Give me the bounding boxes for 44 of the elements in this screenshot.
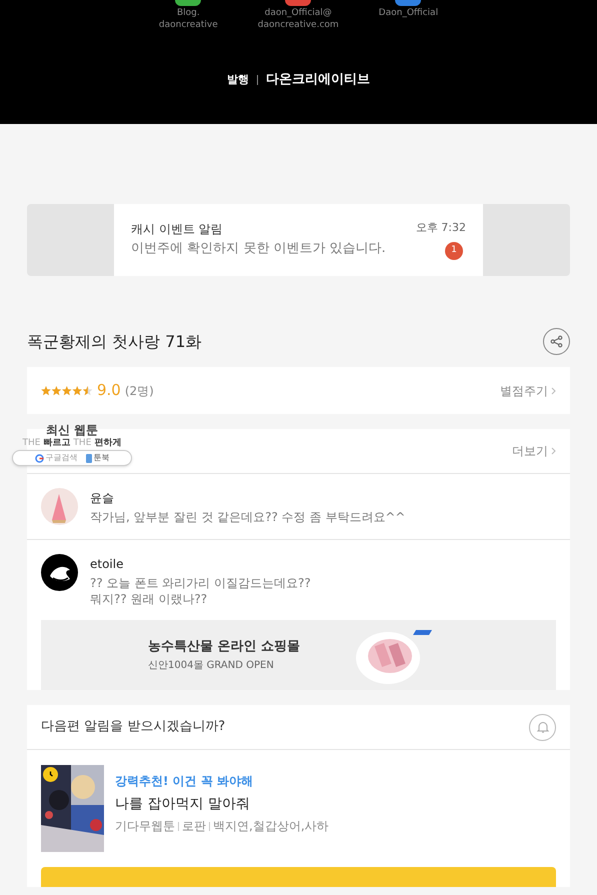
recommend-tagline: 강력추천! 이건 꼭 봐야해 [115, 773, 254, 790]
share-button[interactable] [543, 328, 570, 355]
alert-question: 다음편 알림을 받으시겠습니까? [41, 718, 226, 736]
chevron-icon [551, 386, 556, 394]
ad-title: 농수특산물 온라인 쇼핑몰 [148, 638, 300, 656]
webtoon-meta: 기다무웹툰 [115, 818, 175, 835]
avatar [41, 554, 78, 591]
comment-author: 윤슬 [90, 490, 115, 507]
more-link[interactable]: 더보기 [512, 442, 556, 460]
webtoon-meta: 백지연,철갑상어,사하 [213, 818, 329, 835]
footer-link[interactable]: Daon_Official [378, 7, 438, 19]
vote-count: (2명) [124, 382, 154, 400]
footer-link[interactable]: Blog. daoncreative [158, 7, 218, 31]
rating-score: 9.0 [97, 380, 121, 402]
comment-text: 작가님, 앞부분 잘린 것 같은데요?? 수정 좀 부탁드려요^^ [90, 509, 406, 525]
webtoon-meta: 로판 [182, 818, 206, 835]
notification-message: 이번주에 확인하지 못한 이벤트가 있습니다. [131, 240, 387, 258]
share-icon [550, 335, 563, 348]
link-icon[interactable] [395, 0, 422, 6]
comment-author: etoile [90, 556, 124, 573]
search-pill[interactable]: 구글검색 툰북 [12, 450, 132, 466]
bell-icon [536, 720, 550, 734]
link-icon[interactable] [175, 0, 202, 6]
link-icon[interactable] [285, 0, 312, 6]
overlay-slogan: THE 빠르고 THE 편하게 [22, 437, 122, 449]
book-icon [86, 454, 92, 462]
chevron-icon [551, 447, 556, 455]
app-label: 툰북 [94, 452, 110, 464]
footer-link[interactable]: daon_Official@ daoncreative.com [258, 7, 339, 31]
avatar [41, 488, 78, 525]
publisher-label: 발행 [227, 72, 249, 88]
notification-title: 캐시 이벤트 알림 [131, 221, 224, 238]
ad-subtitle: 신안1004몰 GRAND OPEN [148, 658, 275, 673]
overlay-title: 최신 웹툰 [46, 423, 98, 437]
webtoon-title: 나를 잡아먹지 말아줘 [115, 795, 251, 814]
notification-time: 오후 7:32 [416, 220, 466, 236]
ad-banner[interactable]: 농수특산물 온라인 쇼핑몰 신안1004몰 GRAND OPEN [41, 620, 556, 690]
rate-link[interactable]: 별점주기 [500, 382, 556, 400]
episode-title: 폭군황제의 첫사랑 71화 [27, 330, 202, 352]
publisher-name: 다온크리에이티브 [266, 71, 370, 89]
count-badge: 1 [445, 242, 463, 260]
search-label: 구글검색 [46, 452, 78, 464]
comment-text: ?? 오늘 폰트 와리가리 이질감드는데요?? 뭐지?? 원래 이랬나?? [90, 575, 311, 607]
google-icon [34, 454, 44, 462]
